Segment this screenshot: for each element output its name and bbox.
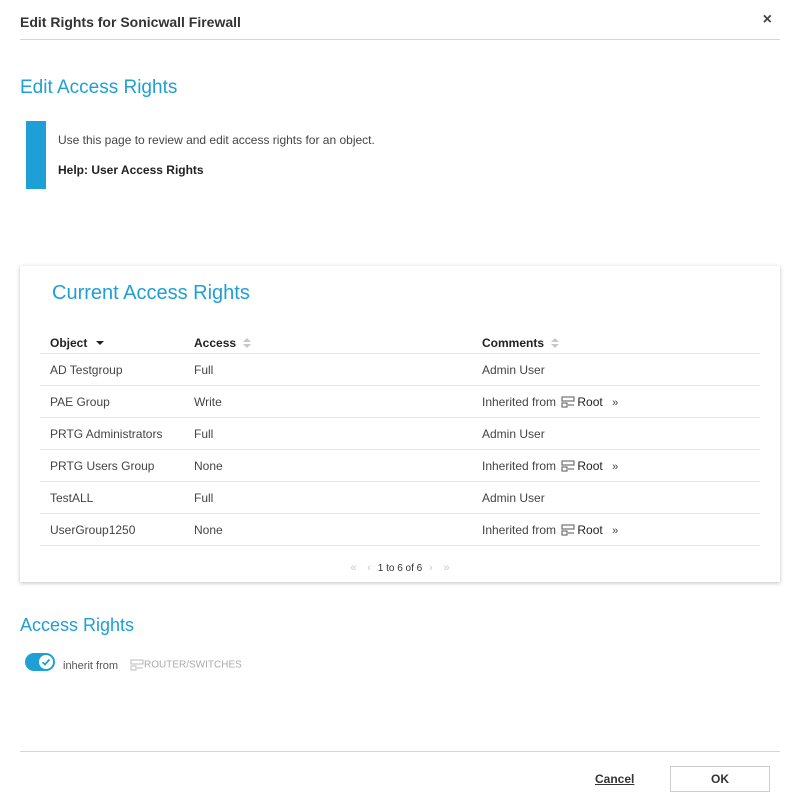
toggle-knob xyxy=(39,655,53,669)
dialog-title: Edit Rights for Sonicwall Firewall xyxy=(20,14,241,30)
table-row: PRTG Administrators Full Admin User xyxy=(40,417,760,450)
comment-text: Inherited from xyxy=(482,394,557,409)
column-header-object[interactable]: Object xyxy=(40,332,184,354)
cell-comment: Inherited from Root » xyxy=(472,513,760,546)
inherit-toggle[interactable] xyxy=(25,653,55,671)
column-label-object: Object xyxy=(50,335,88,350)
cell-access: Full xyxy=(184,353,472,386)
cell-object: AD Testgroup xyxy=(40,353,184,386)
ok-button[interactable]: OK xyxy=(670,766,770,792)
help-link[interactable]: Help: User Access Rights xyxy=(58,163,204,177)
inherit-target-link[interactable]: ROUTER/SWITCHES xyxy=(130,659,242,671)
column-header-comments[interactable]: Comments xyxy=(472,332,760,354)
access-rights-table: Object Access Comments AD Testgroup Full… xyxy=(40,332,760,546)
comment-text: Inherited from xyxy=(482,522,557,537)
cell-object: UserGroup1250 xyxy=(40,513,184,546)
root-link[interactable]: Root xyxy=(577,523,602,537)
sort-icon xyxy=(551,338,560,349)
footer-divider xyxy=(20,751,780,752)
cell-object: TestALL xyxy=(40,481,184,514)
column-label-comments: Comments xyxy=(482,335,545,350)
chevron-right-icon[interactable]: » xyxy=(612,461,618,473)
column-header-access[interactable]: Access xyxy=(184,332,472,354)
cell-comment: Inherited from Root » xyxy=(472,449,760,482)
first-page-icon[interactable]: « xyxy=(350,562,356,574)
chevron-right-icon[interactable]: » xyxy=(612,525,618,537)
cell-object: PRTG Users Group xyxy=(40,449,184,482)
check-icon xyxy=(41,658,51,666)
sort-icon xyxy=(243,338,252,349)
cell-comment: Admin User xyxy=(472,353,760,386)
table-row: UserGroup1250 None Inherited from Root » xyxy=(40,513,760,546)
table-header-row: Object Access Comments xyxy=(40,332,760,354)
info-accent-bar xyxy=(26,121,46,189)
table-row: PRTG Users Group None Inherited from Roo… xyxy=(40,449,760,482)
table-row: AD Testgroup Full Admin User xyxy=(40,353,760,386)
comment-text: Inherited from xyxy=(482,458,557,473)
cancel-button[interactable]: Cancel xyxy=(595,772,634,786)
sort-desc-icon xyxy=(95,341,104,346)
chevron-right-icon[interactable]: » xyxy=(612,397,618,409)
root-link[interactable]: Root xyxy=(577,395,602,409)
cell-access: None xyxy=(184,449,472,482)
table-row: TestALL Full Admin User xyxy=(40,481,760,514)
info-box: Use this page to review and edit access … xyxy=(26,121,426,189)
cell-comment: Admin User xyxy=(472,481,760,514)
info-text: Use this page to review and edit access … xyxy=(58,133,375,147)
current-access-rights-card: Current Access Rights Object Access Comm… xyxy=(20,266,780,582)
pagination-status: 1 to 6 of 6 xyxy=(377,563,423,574)
cell-object: PAE Group xyxy=(40,385,184,418)
table-row: PAE Group Write Inherited from Root » xyxy=(40,385,760,418)
cell-access: Full xyxy=(184,417,472,450)
cell-access: Full xyxy=(184,481,472,514)
group-icon xyxy=(561,524,575,536)
inherit-label: inherit from xyxy=(63,660,119,672)
group-icon xyxy=(130,659,144,671)
pagination: « ‹ 1 to 6 of 6 › » xyxy=(20,562,780,574)
close-icon[interactable]: × xyxy=(763,12,772,28)
title-divider xyxy=(20,39,780,40)
root-link[interactable]: Root xyxy=(577,459,602,473)
inherit-target-label: ROUTER/SWITCHES xyxy=(144,659,242,671)
prev-page-icon[interactable]: ‹ xyxy=(367,562,371,574)
current-access-rights-heading: Current Access Rights xyxy=(52,282,250,304)
group-icon xyxy=(561,396,575,408)
edit-access-rights-heading: Edit Access Rights xyxy=(20,77,178,98)
cell-access: Write xyxy=(184,385,472,418)
access-rights-heading: Access Rights xyxy=(20,615,135,635)
column-label-access: Access xyxy=(194,335,237,350)
group-icon xyxy=(561,460,575,472)
cell-object: PRTG Administrators xyxy=(40,417,184,450)
cell-comment: Admin User xyxy=(472,417,760,450)
last-page-icon[interactable]: » xyxy=(443,562,449,574)
next-page-icon[interactable]: › xyxy=(429,562,433,574)
cell-comment: Inherited from Root » xyxy=(472,385,760,418)
cell-access: None xyxy=(184,513,472,546)
